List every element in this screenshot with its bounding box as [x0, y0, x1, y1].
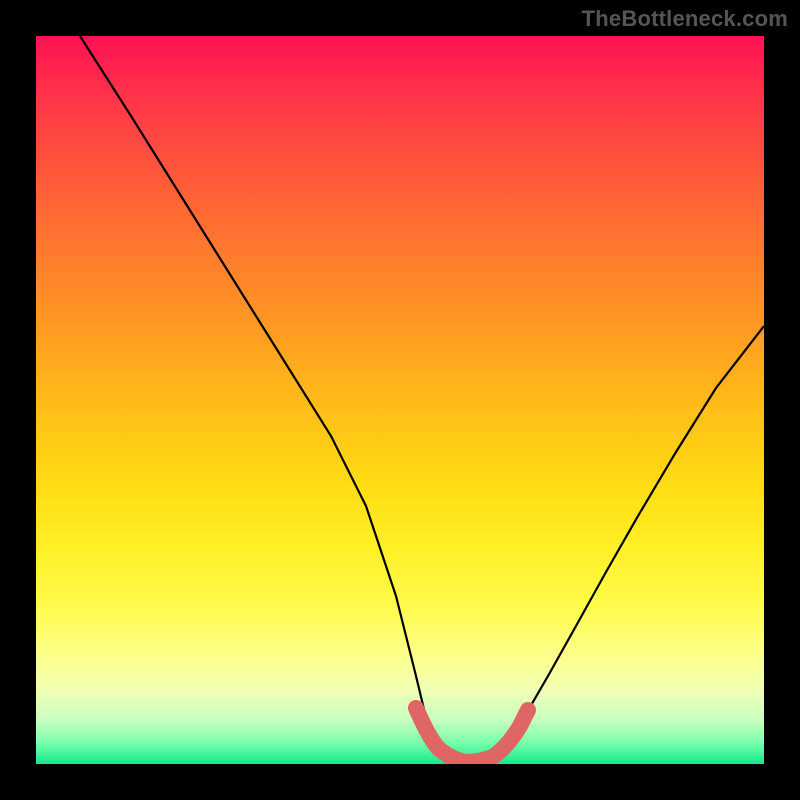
watermark-text: TheBottleneck.com — [582, 6, 788, 32]
chart-frame: TheBottleneck.com — [0, 0, 800, 800]
plot-area — [36, 36, 764, 764]
highlight-path — [416, 708, 528, 762]
optimal-highlight — [36, 36, 764, 764]
